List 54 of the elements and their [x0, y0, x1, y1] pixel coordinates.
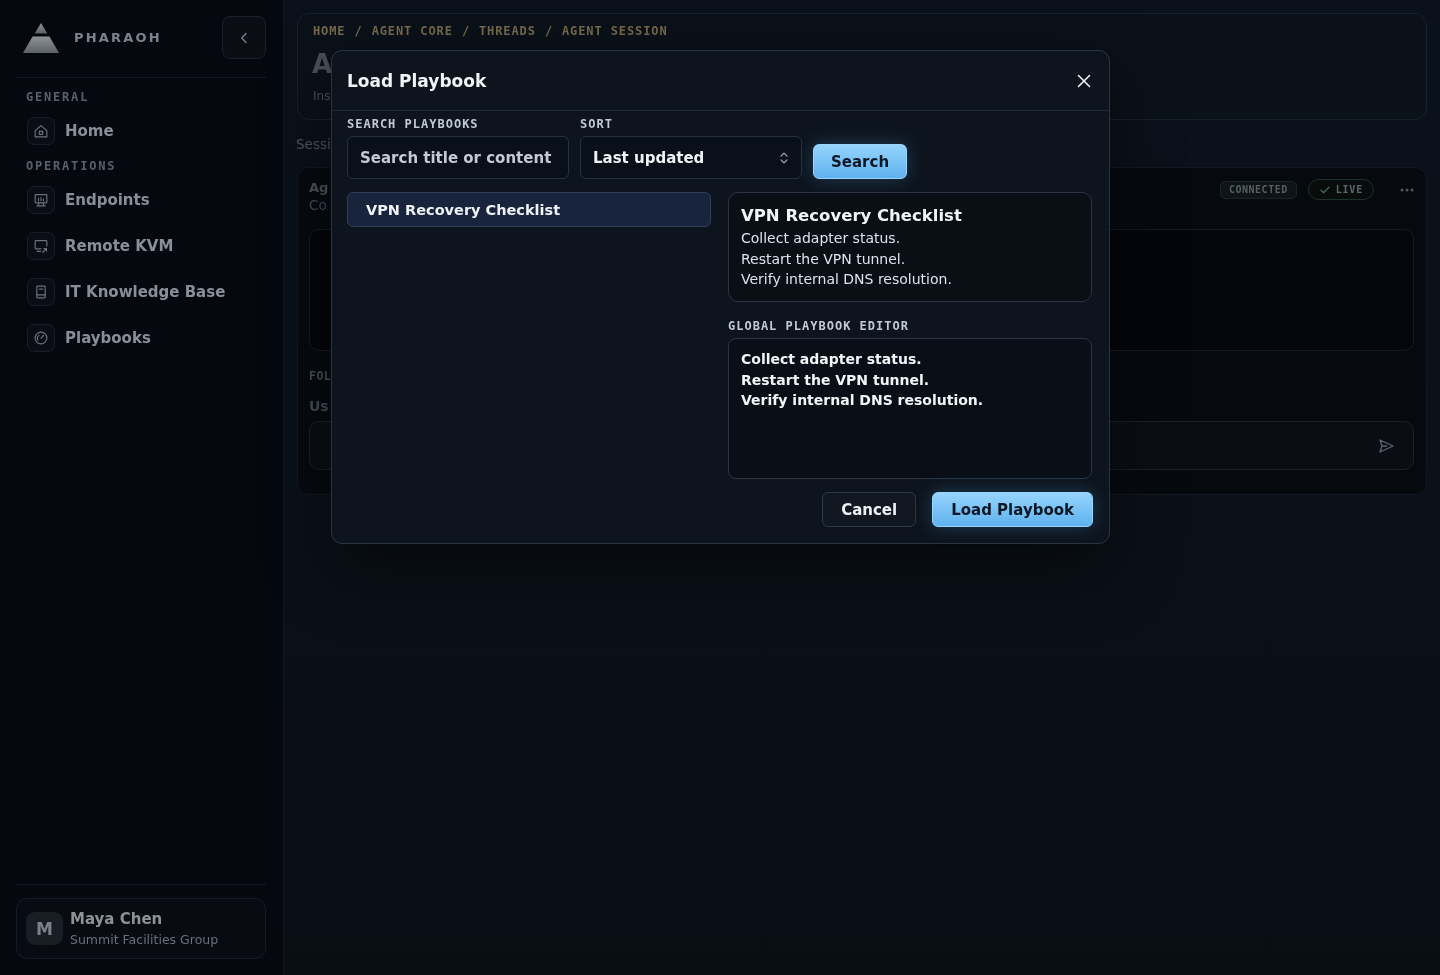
user-card[interactable]: M Maya Chen Summit Facilities Group — [16, 898, 266, 959]
thread-subtitle: Co — [309, 197, 327, 213]
editor-field[interactable]: Collect adapter status. Restart the VPN tunnel. Verify internal DNS resolution. — [728, 338, 1092, 479]
load-playbook-button[interactable]: Load Playbook — [932, 492, 1093, 527]
page-title: A — [312, 48, 333, 80]
cancel-button[interactable]: Cancel — [822, 492, 917, 527]
search-field[interactable]: Search title or content — [347, 136, 569, 179]
breadcrumb-link[interactable]: AGENT SESSION — [562, 24, 668, 38]
preview-title: VPN Recovery Checklist — [741, 205, 962, 227]
close-icon[interactable] — [1077, 73, 1091, 88]
monitor-chart-icon — [27, 186, 55, 214]
field-label: GLOBAL PLAYBOOK EDITOR — [728, 319, 909, 333]
send-icon[interactable] — [1379, 438, 1394, 453]
search-button[interactable]: Search — [813, 144, 908, 179]
section-heading: OPERATIONS — [26, 158, 117, 174]
house-icon — [27, 117, 55, 145]
brand-name: PHARAOH — [74, 30, 162, 45]
breadcrumb-separator: / — [544, 24, 553, 38]
nav-item[interactable]: Playbooks — [16, 318, 151, 358]
section-heading: GENERAL — [26, 89, 90, 105]
chevron-left-icon — [240, 31, 248, 44]
user-name: Maya Chen — [70, 909, 163, 928]
session-label: Sessi — [296, 135, 331, 153]
page-subtitle: Ins — [313, 88, 331, 104]
status-badge: CONNECTED — [1220, 180, 1297, 199]
composer-hint: Us — [309, 397, 329, 415]
user-avatar: M — [26, 912, 63, 945]
breadcrumb-separator: / — [461, 24, 470, 38]
gauge-icon — [27, 324, 55, 352]
field-label: SEARCH PLAYBOOKS — [347, 117, 479, 131]
playbook-list-item[interactable]: VPN Recovery Checklist — [347, 192, 711, 227]
badge-label: LIVE — [1335, 184, 1363, 195]
thread-title: Ag — [309, 179, 329, 197]
user-organization: Summit Facilities Group — [70, 931, 219, 948]
book-icon — [27, 278, 55, 306]
nav-item[interactable]: IT Knowledge Base — [16, 272, 226, 312]
preview-line: Collect adapter status. — [741, 229, 901, 248]
nav-item[interactable]: Endpoints — [16, 180, 150, 220]
check-icon — [1319, 185, 1330, 194]
pyramid-logo-icon — [23, 22, 59, 53]
chevron-updown-icon — [780, 151, 788, 164]
nav-item[interactable]: Remote KVM — [16, 226, 174, 266]
nav-item[interactable]: Home — [16, 111, 114, 151]
preview-line: Restart the VPN tunnel. — [741, 249, 906, 269]
breadcrumb-link[interactable]: HOME — [313, 24, 346, 38]
sort-dropdown[interactable]: Last updated — [580, 136, 802, 179]
dialog-title: Load Playbook — [347, 70, 487, 91]
field-label: SORT — [580, 117, 613, 131]
breadcrumb-link[interactable]: THREADS — [479, 24, 536, 38]
more-icon[interactable] — [1400, 187, 1414, 192]
breadcrumb-link[interactable]: AGENT CORE — [371, 24, 453, 38]
preview-line: Verify internal DNS resolution. — [741, 270, 952, 289]
breadcrumb-separator: / — [354, 24, 363, 38]
field-label: FOL — [309, 369, 332, 383]
